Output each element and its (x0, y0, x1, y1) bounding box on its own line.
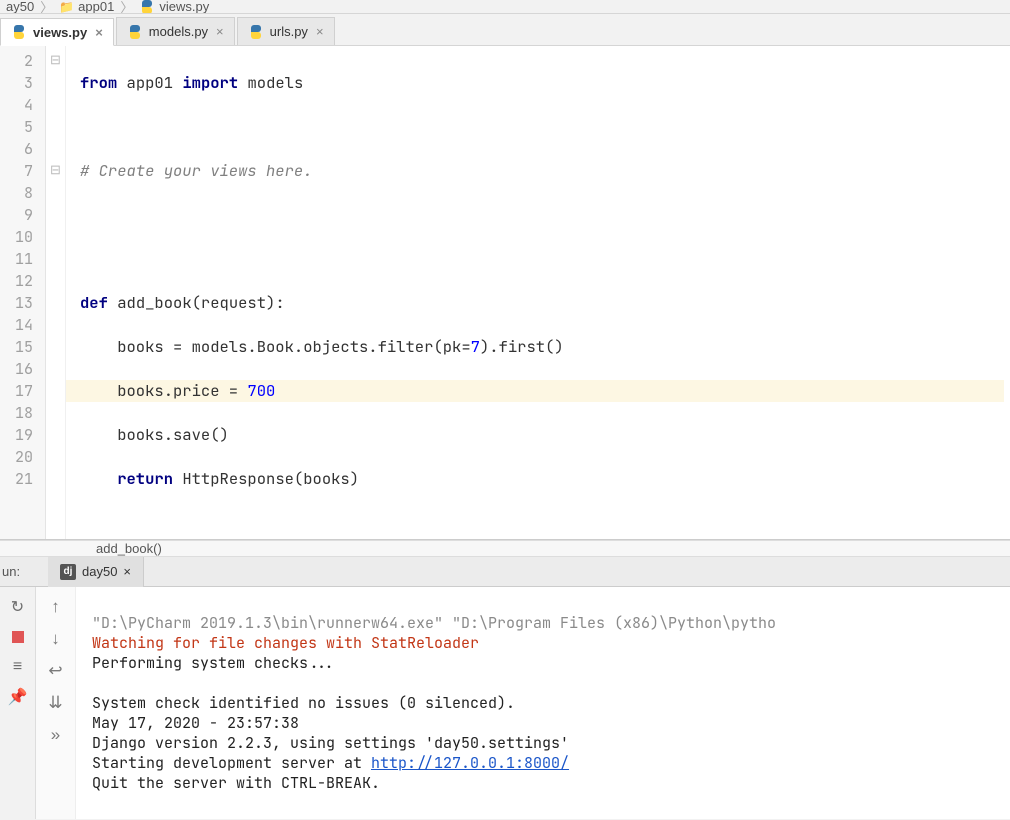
breadcrumb-item[interactable]: ay50 (6, 0, 34, 14)
tab-models[interactable]: models.py × (116, 17, 235, 45)
project-label: ay50 (6, 0, 34, 14)
breadcrumb-item[interactable]: views.py (139, 0, 209, 14)
console-line: May 17, 2020 - 23:57:38 (92, 713, 299, 733)
python-file-icon (139, 0, 155, 14)
editor-tabs: views.py × models.py × urls.py × (0, 14, 1010, 46)
close-icon[interactable]: × (316, 24, 324, 39)
fold-marker[interactable]: ⊟ (46, 160, 65, 182)
soft-wrap-icon[interactable]: ↩ (48, 661, 62, 681)
console-line: Quit the server with CTRL-BREAK. (92, 773, 380, 793)
django-icon: dj (60, 564, 76, 580)
server-url-link[interactable]: http://127.0.0.1:8000/ (371, 753, 569, 773)
line-gutter: 23 45 67 89 1011 1213 1415 1617 1819 202… (0, 46, 46, 539)
run-config-name: day50 (82, 564, 117, 579)
python-file-icon (11, 24, 27, 40)
python-file-icon (127, 24, 143, 40)
breadcrumb-sep: 〉 (120, 0, 133, 14)
console-line: Django version 2.2.3, using settings 'da… (92, 733, 569, 753)
code-area[interactable]: from app01 import models # Create your v… (66, 46, 1010, 539)
tab-label: urls.py (270, 24, 308, 39)
rerun-icon[interactable]: ↻ (8, 597, 28, 617)
breadcrumb-item[interactable]: app01 (59, 0, 114, 14)
code-editor[interactable]: 23 45 67 89 1011 1213 1415 1617 1819 202… (0, 46, 1010, 540)
more-icon[interactable]: » (51, 725, 60, 745)
scroll-end-icon[interactable]: ⇊ (48, 693, 62, 713)
close-icon[interactable]: × (123, 564, 131, 579)
folder-icon (59, 0, 74, 14)
run-toolbar-left: ↻ ≡ 📌 (0, 587, 36, 819)
run-tool-window: un: dj day50 × ↻ ≡ 📌 ↑ ↓ ↩ ⇊ » "D:\PyCha… (0, 557, 1010, 819)
down-icon[interactable]: ↓ (51, 629, 60, 649)
fold-marker[interactable]: ⊟ (46, 50, 65, 72)
console-line: Starting development server at http://12… (92, 753, 569, 773)
up-icon[interactable]: ↑ (51, 597, 60, 617)
fold-column: ⊟ ⊟ (46, 46, 66, 539)
stop-icon[interactable] (8, 627, 28, 647)
file-label: views.py (159, 0, 209, 14)
run-label: un: (0, 564, 48, 579)
console-line: Watching for file changes with StatReloa… (92, 633, 479, 653)
run-toolbar-right: ↑ ↓ ↩ ⇊ » (36, 587, 76, 819)
tab-label: views.py (33, 25, 87, 40)
run-header: un: dj day50 × (0, 557, 1010, 587)
layout-icon[interactable]: ≡ (8, 657, 28, 677)
console-output[interactable]: "D:\PyCharm 2019.1.3\bin\runnerw64.exe" … (76, 587, 1010, 819)
close-icon[interactable]: × (95, 25, 103, 40)
close-icon[interactable]: × (216, 24, 224, 39)
run-config-tab[interactable]: dj day50 × (48, 557, 144, 587)
tab-urls[interactable]: urls.py × (237, 17, 335, 45)
tab-views[interactable]: views.py × (0, 18, 114, 46)
folder-label: app01 (78, 0, 114, 14)
tab-label: models.py (149, 24, 208, 39)
console-line: System check identified no issues (0 sil… (92, 693, 515, 713)
breadcrumb: ay50 〉 app01 〉 views.py (0, 0, 1010, 14)
structure-breadcrumb[interactable]: add_book() (0, 540, 1010, 557)
python-file-icon (248, 24, 264, 40)
function-crumb: add_book() (96, 541, 162, 556)
console-line: Performing system checks... (92, 653, 335, 673)
breadcrumb-sep: 〉 (40, 0, 53, 14)
console-line: "D:\PyCharm 2019.1.3\bin\runnerw64.exe" … (92, 613, 776, 633)
pin-icon[interactable]: 📌 (8, 687, 28, 707)
